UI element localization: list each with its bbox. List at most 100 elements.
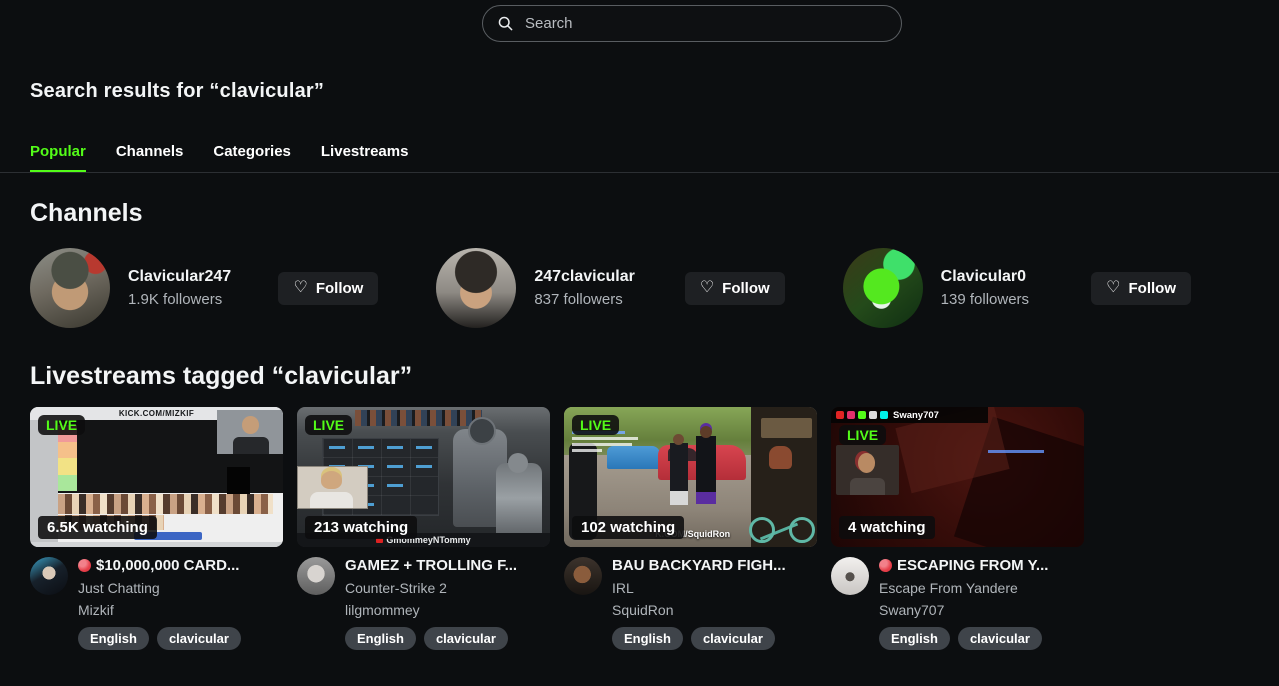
stream-title[interactable]: BAU BACKYARD FIGH... — [612, 557, 786, 574]
stream-text: GAMEZ + TROLLING F... Counter-Strike 2 l… — [345, 557, 517, 650]
streamer-name[interactable]: Swany707 — [879, 602, 1048, 618]
stream-title[interactable]: ESCAPING FROM Y... — [879, 557, 1048, 574]
stream-title[interactable]: GAMEZ + TROLLING F... — [345, 557, 517, 574]
follow-button[interactable]: ♡ Follow — [1091, 272, 1191, 305]
stream-tags: English clavicular — [345, 627, 517, 650]
tag-clavicular[interactable]: clavicular — [958, 627, 1042, 650]
tag-clavicular[interactable]: clavicular — [691, 627, 775, 650]
youtube-icon — [836, 411, 844, 419]
tab-livestreams[interactable]: Livestreams — [321, 143, 409, 172]
tag-english[interactable]: English — [345, 627, 416, 650]
avatar[interactable] — [297, 557, 335, 595]
stream-title-text: ESCAPING FROM Y... — [897, 557, 1048, 574]
channels-grid: Clavicular247 1.9K followers ♡ Follow 24… — [30, 248, 1249, 328]
stream-category[interactable]: IRL — [612, 580, 786, 596]
search-input[interactable] — [482, 5, 902, 42]
thumbnail-art — [769, 446, 792, 468]
streamer-name[interactable]: lilgmommey — [345, 602, 517, 618]
stream-tags: English clavicular — [879, 627, 1048, 650]
stream-card-lilgmommey: GmommeyNTommy LIVE 213 watching GAMEZ + … — [297, 407, 550, 650]
live-badge: LIVE — [38, 415, 85, 435]
channel-name: Clavicular0 — [941, 268, 1029, 286]
stream-category[interactable]: Just Chatting — [78, 580, 241, 596]
thumbnail-art — [355, 410, 482, 426]
stream-title-text: BAU BACKYARD FIGH... — [612, 557, 786, 574]
channel-followers: 139 followers — [941, 291, 1029, 308]
avatar[interactable] — [564, 557, 602, 595]
channel-info: 247clavicular 837 followers — [534, 268, 635, 308]
tab-categories[interactable]: Categories — [213, 143, 291, 172]
thumbnail-art — [761, 418, 812, 438]
tiktok-icon — [880, 411, 888, 419]
stream-text: BAU BACKYARD FIGH... IRL SquidRon Englis… — [612, 557, 786, 650]
follow-label: Follow — [316, 280, 364, 297]
stream-card-mizkif: KICK.COM/MIZKIF LIVE 6.5K watching — [30, 407, 283, 650]
avatar[interactable] — [30, 248, 110, 328]
webcam-overlay — [297, 466, 368, 509]
stream-thumbnail[interactable]: K.COM/SquidRon LIVE 102 watching — [564, 407, 817, 547]
viewer-count-badge: 102 watching — [572, 516, 684, 539]
stream-title[interactable]: $10,000,000 CARD... — [78, 557, 241, 574]
stream-category[interactable]: Escape From Yandere — [879, 580, 1048, 596]
thumbnail-art — [496, 463, 542, 541]
thumbnail-art — [30, 542, 283, 547]
livestreams-heading: Livestreams tagged “clavicular” — [30, 362, 1249, 391]
live-badge: LIVE — [839, 425, 886, 445]
webcam-overlay — [217, 410, 283, 454]
instagram-icon — [847, 411, 855, 419]
channel-result-clavicular0[interactable]: Clavicular0 139 followers ♡ Follow — [843, 248, 1249, 328]
stream-card-swany707: Swany707 LIVE 4 watching ESCAPING FROM Y… — [831, 407, 1084, 650]
stream-thumbnail[interactable]: GmommeyNTommy LIVE 213 watching — [297, 407, 550, 547]
channels-heading: Channels — [30, 199, 1249, 228]
avatar[interactable] — [843, 248, 923, 328]
stream-info: $10,000,000 CARD... Just Chatting Mizkif… — [30, 557, 283, 650]
live-badge: LIVE — [572, 415, 619, 435]
stream-tags: English clavicular — [78, 627, 241, 650]
stream-category[interactable]: Counter-Strike 2 — [345, 580, 517, 596]
follow-label: Follow — [1129, 280, 1177, 297]
channel-result-247clavicular[interactable]: 247clavicular 837 followers ♡ Follow — [436, 248, 842, 328]
thumbnail-art — [670, 443, 688, 491]
tag-english[interactable]: English — [879, 627, 950, 650]
avatar[interactable] — [436, 248, 516, 328]
avatar[interactable] — [30, 557, 68, 595]
stream-card-squidron: K.COM/SquidRon LIVE 102 watching BAU BAC… — [564, 407, 817, 650]
tag-english[interactable]: English — [612, 627, 683, 650]
tab-channels[interactable]: Channels — [116, 143, 184, 172]
stream-title-text: GAMEZ + TROLLING F... — [345, 557, 517, 574]
heart-icon: ♡ — [700, 280, 714, 296]
heart-icon: ♡ — [1106, 280, 1120, 296]
main-content: Search results for “clavicular” Popular … — [0, 80, 1279, 650]
page-title: Search results for “clavicular” — [30, 80, 1249, 103]
tag-clavicular[interactable]: clavicular — [157, 627, 241, 650]
channel-info: Clavicular247 1.9K followers — [128, 268, 231, 308]
streamer-name[interactable]: SquidRon — [612, 602, 786, 618]
red-circle-icon — [879, 559, 892, 572]
stream-thumbnail[interactable]: Swany707 LIVE 4 watching — [831, 407, 1084, 547]
channel-followers: 1.9K followers — [128, 291, 231, 308]
tag-english[interactable]: English — [78, 627, 149, 650]
avatar[interactable] — [831, 557, 869, 595]
channel-name: 247clavicular — [534, 268, 635, 286]
follow-button[interactable]: ♡ Follow — [278, 272, 378, 305]
channel-followers: 837 followers — [534, 291, 635, 308]
webcam-overlay — [836, 445, 899, 495]
search-tabs: Popular Channels Categories Livestreams — [0, 143, 1279, 173]
search-icon — [497, 15, 514, 32]
live-badge: LIVE — [305, 415, 352, 435]
heart-icon: ♡ — [293, 280, 307, 296]
channel-name: Clavicular247 — [128, 268, 231, 286]
social-bar-overlay: Swany707 — [831, 407, 988, 423]
thumbnail-art — [696, 436, 716, 492]
tag-clavicular[interactable]: clavicular — [424, 627, 508, 650]
thumbnail-art — [58, 494, 273, 514]
stream-thumbnail[interactable]: KICK.COM/MIZKIF LIVE 6.5K watching — [30, 407, 283, 547]
streamer-name[interactable]: Mizkif — [78, 602, 241, 618]
stream-text: $10,000,000 CARD... Just Chatting Mizkif… — [78, 557, 241, 650]
stream-info: GAMEZ + TROLLING F... Counter-Strike 2 l… — [297, 557, 550, 650]
tab-popular[interactable]: Popular — [30, 143, 86, 172]
follow-label: Follow — [722, 280, 770, 297]
stream-info: BAU BACKYARD FIGH... IRL SquidRon Englis… — [564, 557, 817, 650]
channel-result-clavicular247[interactable]: Clavicular247 1.9K followers ♡ Follow — [30, 248, 436, 328]
follow-button[interactable]: ♡ Follow — [685, 272, 785, 305]
